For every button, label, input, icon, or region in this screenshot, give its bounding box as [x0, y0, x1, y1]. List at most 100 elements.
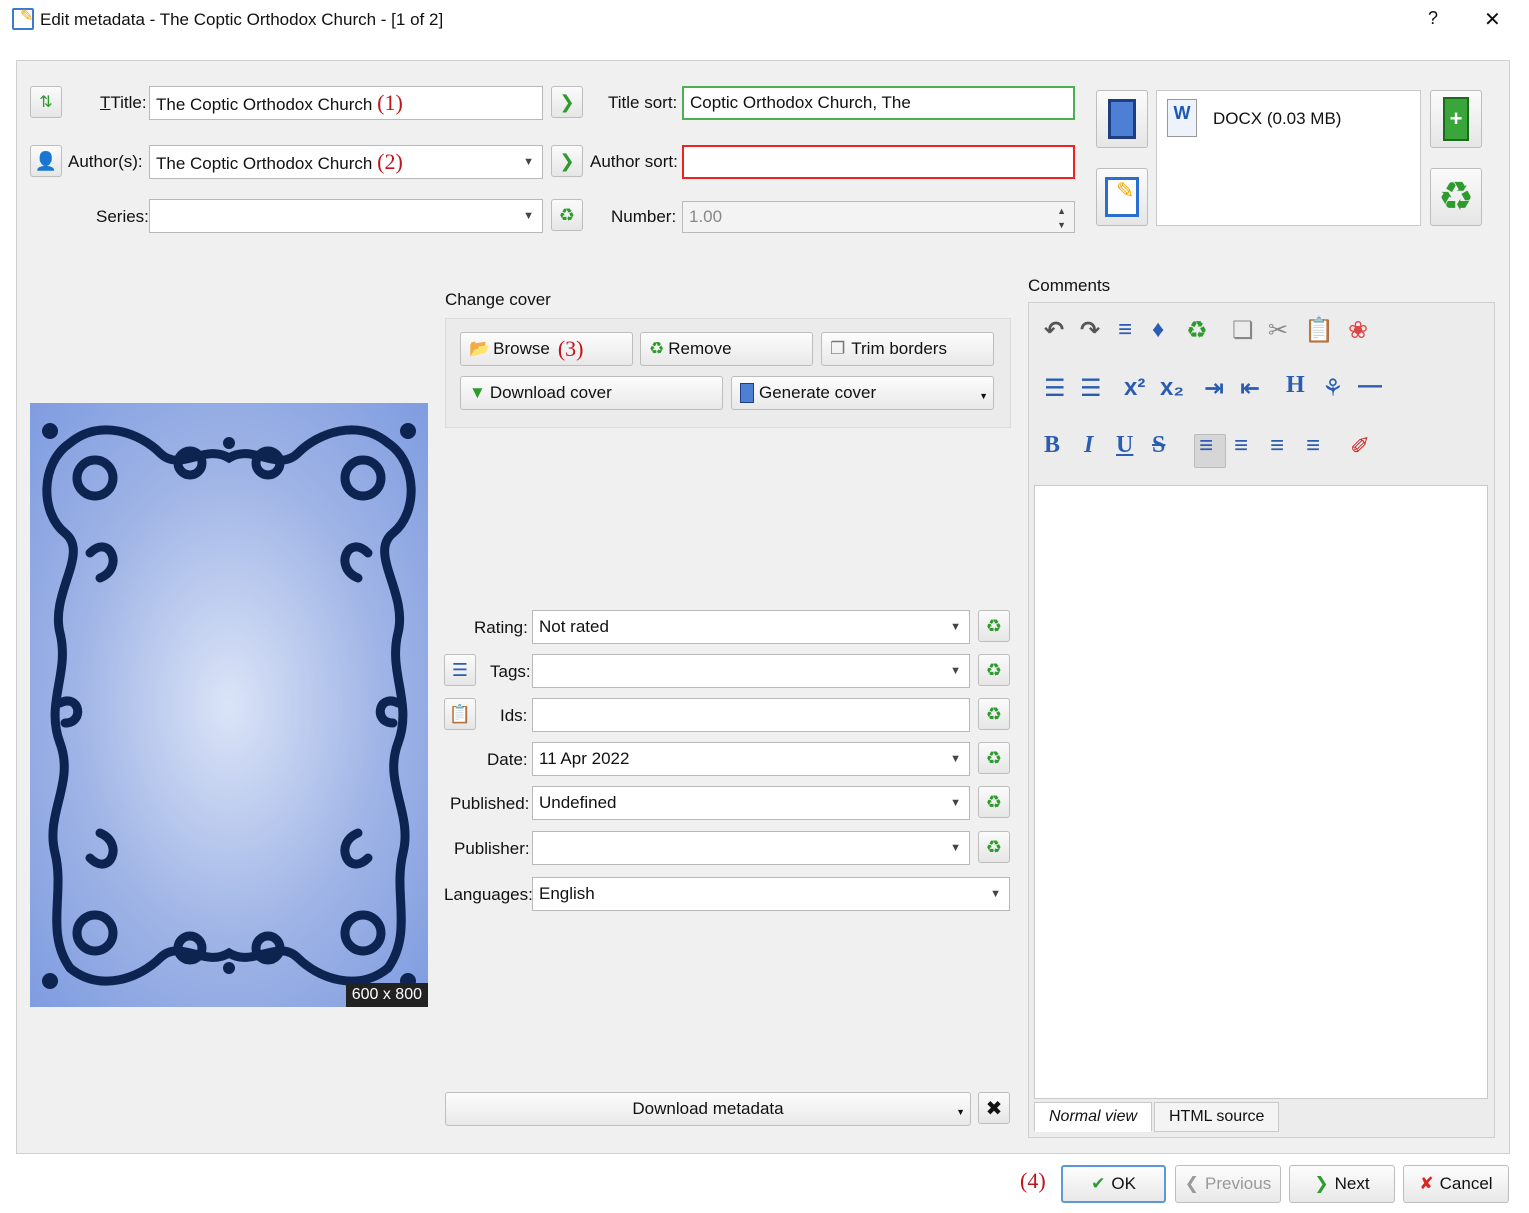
- recycle-icon: ♻: [985, 836, 1003, 857]
- published-combo[interactable]: Undefined ▼: [532, 786, 970, 820]
- bold-icon[interactable]: B: [1044, 432, 1060, 459]
- cut-icon[interactable]: ✂: [1268, 316, 1288, 345]
- chevron-down-icon[interactable]: ▼: [979, 391, 988, 401]
- list-icon: ☰: [451, 659, 469, 680]
- generate-cover-button[interactable]: Generate cover ▼: [731, 376, 994, 410]
- date-label: Date:: [487, 750, 528, 769]
- undo-icon[interactable]: ↶: [1044, 316, 1064, 345]
- number-spinbox[interactable]: 1.00 ▲ ▼: [682, 201, 1075, 233]
- paint-icon[interactable]: ❀: [1348, 316, 1368, 345]
- next-label: Next: [1334, 1174, 1370, 1193]
- download-metadata-button[interactable]: Download metadata ▼: [445, 1092, 971, 1126]
- link-icon[interactable]: ⚘: [1322, 374, 1344, 403]
- redo-icon[interactable]: ↷: [1080, 316, 1100, 345]
- title-value: The Coptic Orthodox Church: [156, 95, 373, 114]
- chevron-down-icon[interactable]: ▼: [990, 878, 1001, 910]
- paste-icon[interactable]: 📋: [1304, 316, 1334, 345]
- ids-input[interactable]: [532, 698, 970, 732]
- cancel-button[interactable]: ✘ Cancel: [1403, 1165, 1509, 1203]
- chevron-down-icon[interactable]: ▼: [950, 655, 961, 687]
- chevron-down-icon[interactable]: ▼: [950, 611, 961, 643]
- browse-label: Browse: [493, 339, 550, 358]
- publisher-combo[interactable]: ▼: [532, 831, 970, 865]
- manage-authors-button[interactable]: 👤: [30, 145, 62, 177]
- edit-icon: ✎: [1105, 177, 1139, 217]
- generate-cover-icon: [740, 383, 754, 403]
- format-item[interactable]: DOCX (0.03 MB): [1213, 109, 1341, 129]
- recycle-icon: ♻: [558, 204, 576, 225]
- previous-button[interactable]: ❮ Previous: [1175, 1165, 1281, 1203]
- cover-view-button[interactable]: [1096, 90, 1148, 148]
- ok-button[interactable]: ✔ OK: [1061, 1165, 1166, 1203]
- spin-arrows-icon[interactable]: ▲ ▼: [1057, 204, 1066, 232]
- align-left-icon[interactable]: ≡: [1199, 432, 1213, 460]
- clear-date-button[interactable]: ♻: [978, 742, 1010, 774]
- published-label: Published:: [450, 794, 530, 813]
- heading-icon[interactable]: H: [1286, 372, 1305, 399]
- rating-combo[interactable]: Not rated ▼: [532, 610, 970, 644]
- clear-published-button[interactable]: ♻: [978, 786, 1010, 818]
- clear-publisher-button[interactable]: ♻: [978, 831, 1010, 863]
- clear-ids-button[interactable]: ♻: [978, 698, 1010, 730]
- title-sort-input[interactable]: Coptic Orthodox Church, The: [682, 86, 1075, 120]
- edit-metadata-button[interactable]: ✎: [1096, 168, 1148, 226]
- download-cover-button[interactable]: ▼ Download cover: [460, 376, 723, 410]
- unordered-list-icon[interactable]: ☰: [1080, 374, 1102, 403]
- subscript-icon[interactable]: x₂: [1160, 374, 1184, 402]
- title-to-sort-button[interactable]: ❯: [551, 86, 583, 118]
- strikethrough-icon[interactable]: S: [1152, 432, 1165, 459]
- chevron-down-icon[interactable]: ▼: [950, 832, 961, 864]
- clear-series-button[interactable]: ♻: [551, 199, 583, 231]
- help-button[interactable]: ?: [1428, 8, 1438, 29]
- align-justify-icon[interactable]: ≡: [1306, 432, 1320, 460]
- next-button[interactable]: ❯ Next: [1289, 1165, 1395, 1203]
- add-format-button[interactable]: +: [1430, 90, 1482, 148]
- recycle-icon: ♻: [649, 339, 665, 358]
- outdent-icon[interactable]: ⇤: [1240, 374, 1260, 403]
- chevron-down-icon[interactable]: ▼: [950, 743, 961, 775]
- tags-combo[interactable]: ▼: [532, 654, 970, 688]
- chevron-down-icon[interactable]: ▼: [950, 787, 961, 819]
- close-button[interactable]: ✕: [1484, 7, 1501, 32]
- configure-download-button[interactable]: ✖: [978, 1092, 1010, 1124]
- comments-editor[interactable]: [1034, 485, 1488, 1099]
- select-all-icon[interactable]: ≡: [1118, 316, 1132, 344]
- author-sort-input[interactable]: [682, 145, 1075, 179]
- trim-borders-button[interactable]: ❐ Trim borders: [821, 332, 994, 366]
- superscript-icon[interactable]: x²: [1124, 374, 1145, 402]
- date-combo[interactable]: 11 Apr 2022 ▼: [532, 742, 970, 776]
- chevron-down-icon[interactable]: ▼: [956, 1107, 965, 1117]
- horizontal-rule-icon[interactable]: —: [1358, 372, 1382, 400]
- recycle-icon[interactable]: ♻: [1186, 316, 1208, 345]
- copy-icon[interactable]: ❏: [1232, 316, 1254, 345]
- paste-ids-button[interactable]: 📋: [444, 698, 476, 730]
- ordered-list-icon[interactable]: ☰: [1044, 374, 1066, 403]
- eraser-icon[interactable]: ♦: [1152, 316, 1164, 344]
- authors-combo[interactable]: The Coptic Orthodox Church (2) ▼: [149, 145, 543, 179]
- clear-tags-button[interactable]: ♻: [978, 654, 1010, 686]
- download-triangle-icon: ▼: [469, 383, 486, 402]
- languages-combo[interactable]: English ▼: [532, 877, 1010, 911]
- clear-rating-button[interactable]: ♻: [978, 610, 1010, 642]
- remove-format-button[interactable]: ♻: [1430, 168, 1482, 226]
- swap-title-author-button[interactable]: ⇅: [30, 86, 62, 118]
- indent-icon[interactable]: ⇥: [1204, 374, 1224, 403]
- align-center-icon[interactable]: ≡: [1234, 432, 1248, 460]
- color-brush-icon[interactable]: ✐: [1350, 432, 1370, 461]
- published-value: Undefined: [539, 793, 617, 812]
- title-input[interactable]: The Coptic Orthodox Church (1): [149, 86, 543, 120]
- browse-cover-button[interactable]: 📂 Browse (3): [460, 332, 633, 366]
- formats-list[interactable]: W DOCX (0.03 MB): [1156, 90, 1421, 226]
- tab-html-source[interactable]: HTML source: [1154, 1102, 1280, 1132]
- series-combo[interactable]: ▼: [149, 199, 543, 233]
- author-to-sort-button[interactable]: ❯: [551, 145, 583, 177]
- tab-normal-view[interactable]: Normal view: [1034, 1102, 1153, 1132]
- remove-cover-button[interactable]: ♻ Remove: [640, 332, 813, 366]
- italic-icon[interactable]: I: [1084, 432, 1093, 459]
- chevron-down-icon[interactable]: ▼: [523, 200, 534, 232]
- recycle-icon: ♻: [985, 659, 1003, 680]
- align-right-icon[interactable]: ≡: [1270, 432, 1284, 460]
- chevron-down-icon[interactable]: ▼: [523, 146, 534, 178]
- underline-icon[interactable]: U: [1116, 432, 1133, 459]
- manage-tags-button[interactable]: ☰: [444, 654, 476, 686]
